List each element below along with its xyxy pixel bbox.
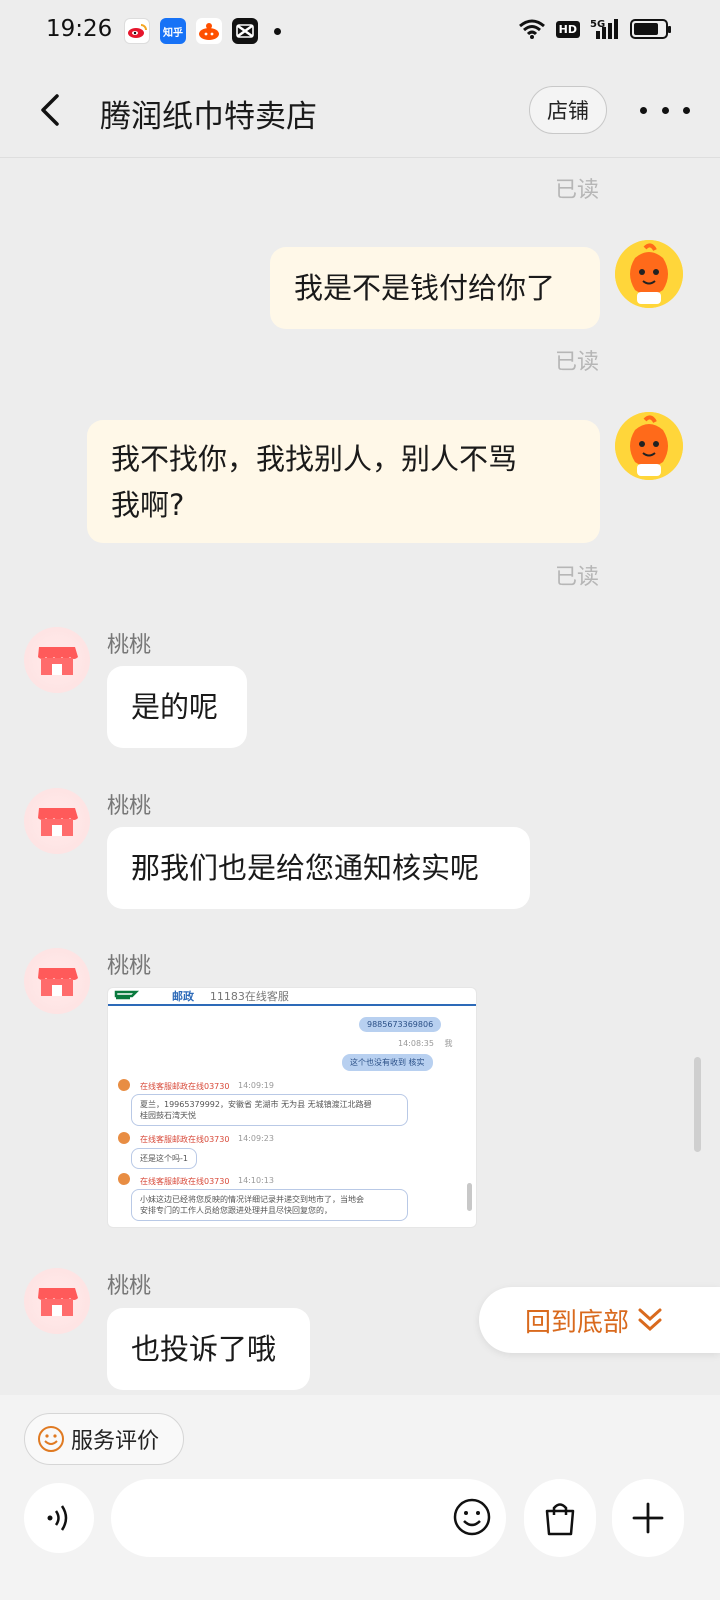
postal-logo-icon — [114, 990, 140, 1000]
shop-button[interactable]: 店铺 — [529, 86, 607, 134]
service-rating-label: 服务评价 — [71, 1429, 160, 1454]
image-header-brand: 邮政 — [172, 990, 194, 1003]
image-message[interactable]: 邮政 11183在线客服 9885673369806 14:08:35 我 这个… — [107, 987, 477, 1228]
image-box-line: 夏兰，19965379992，安徽省 芜湖市 无为县 无城镇渡江北路碧 — [140, 1100, 372, 1109]
double-chevron-down-icon — [638, 1308, 662, 1332]
image-timestamp: 14:08:35 我 — [398, 1038, 452, 1049]
image-agent-name: 在线客服邮政在线03730 — [140, 1082, 230, 1091]
more-dot-icon — [661, 106, 669, 114]
voice-input-button[interactable] — [24, 1483, 94, 1553]
sender-name: 桃桃 — [107, 633, 152, 658]
taobao-icon — [196, 18, 222, 44]
voice-icon — [47, 1505, 68, 1531]
image-time-text: 14:09:23 — [238, 1134, 274, 1143]
chat-header: 腾润纸巾特卖店 店铺 — [0, 62, 720, 158]
page-title: 腾润纸巾特卖店 — [100, 99, 317, 135]
notification-dot-icon — [274, 27, 281, 35]
message-text-line: 我不找你，我找别人，别人不骂 — [111, 442, 518, 476]
shopping-bag-icon — [545, 1503, 575, 1536]
image-header-title: 11183在线客服 — [209, 990, 289, 1003]
shopping-bag-button[interactable] — [524, 1479, 596, 1557]
image-time-text: 14:09:19 — [238, 1081, 274, 1090]
image-agent-avatar-icon — [118, 1173, 130, 1185]
shop-avatar[interactable] — [24, 627, 90, 693]
smile-icon — [38, 1426, 64, 1452]
weibo-icon — [124, 18, 150, 44]
message-bubble-me[interactable]: 我是不是钱付给你了 — [270, 247, 600, 329]
status-time: 19:26 — [46, 16, 113, 42]
message-input[interactable] — [111, 1479, 506, 1557]
image-agent-name: 在线客服邮政在线03730 — [140, 1135, 230, 1144]
chevron-left-icon — [41, 94, 59, 126]
user-avatar[interactable] — [615, 412, 683, 480]
image-time-text: 14:10:13 — [238, 1176, 274, 1185]
back-button[interactable] — [30, 90, 70, 130]
capcut-icon — [232, 18, 258, 44]
store-icon — [38, 1288, 78, 1316]
image-box-line: 桂园鼓石湾天悦 — [140, 1111, 196, 1120]
image-time-text: 14:08:35 — [398, 1039, 434, 1048]
read-receipt: 已读 — [555, 350, 600, 375]
image-pill: 9885673369806 — [359, 1017, 442, 1032]
more-actions-button[interactable] — [612, 1479, 684, 1557]
message-bubble-me[interactable]: 我不找你，我找别人，别人不骂 我啊? — [87, 420, 600, 543]
back-to-bottom-button[interactable]: 回到底部 — [479, 1287, 720, 1353]
service-rating-button[interactable]: 服务评价 — [24, 1413, 184, 1465]
status-bar: 19:26 知乎 HD 5G — [0, 0, 720, 62]
shop-avatar[interactable] — [24, 788, 90, 854]
image-box-line: 小妹这边已经将您反映的情况详细记录并递交到地市了，当地会 — [140, 1195, 364, 1204]
store-icon — [38, 968, 78, 996]
store-icon — [38, 647, 78, 675]
image-box-line: 安排专门的工作人员给您跟进处理并且尽快回复您的， — [140, 1206, 332, 1215]
more-dot-icon — [683, 106, 690, 114]
store-icon — [38, 808, 78, 836]
emoji-button[interactable] — [448, 1493, 496, 1541]
sender-name: 桃桃 — [107, 794, 152, 819]
image-header: 邮政 11183在线客服 — [108, 988, 476, 1006]
sender-name: 桃桃 — [107, 954, 152, 979]
signal-5g-icon: 5G — [590, 19, 618, 39]
more-dot-icon — [640, 106, 647, 114]
emoji-icon — [453, 1498, 491, 1536]
wifi-icon — [518, 19, 545, 39]
user-avatar-icon — [615, 240, 683, 308]
user-avatar-icon — [615, 412, 683, 480]
image-user-text: 我 — [444, 1039, 453, 1048]
shop-avatar[interactable] — [24, 948, 90, 1014]
back-to-bottom-label: 回到底部 — [525, 1307, 630, 1338]
image-agent-name: 在线客服邮政在线03730 — [140, 1177, 230, 1186]
battery-icon — [630, 19, 671, 39]
image-header-text: 邮政 11183在线客服 — [172, 988, 289, 1004]
image-text-box: 还是这个吗-1 — [131, 1148, 197, 1169]
shop-avatar[interactable] — [24, 1268, 90, 1334]
image-text-box: 夏兰，19965379992，安徽省 芜湖市 无为县 无城镇渡江北路碧 桂园鼓石… — [131, 1094, 408, 1126]
image-scrollbar — [467, 1183, 472, 1211]
read-receipt: 已读 — [555, 178, 600, 203]
hd-badge: HD — [555, 20, 580, 38]
image-agent-avatar-icon — [118, 1132, 130, 1144]
message-bubble-them[interactable]: 也投诉了哦 — [107, 1308, 310, 1390]
scrollbar[interactable] — [694, 1057, 701, 1152]
sender-name: 桃桃 — [107, 1274, 152, 1299]
status-indicators: HD 5G — [518, 17, 671, 41]
plus-icon — [632, 1502, 664, 1534]
user-avatar[interactable] — [615, 240, 683, 308]
message-bubble-them[interactable]: 是的呢 — [107, 666, 247, 748]
message-bubble-them[interactable]: 那我们也是给您通知核实呢 — [107, 827, 530, 909]
image-agent-avatar-icon — [118, 1079, 130, 1091]
input-area: 服务评价 — [0, 1395, 720, 1600]
image-text-box: 小妹这边已经将您反映的情况详细记录并递交到地市了，当地会 安排专门的工作人员给您… — [131, 1189, 408, 1221]
status-app-icons: 知乎 — [124, 18, 281, 44]
message-text-line: 我啊? — [111, 488, 185, 522]
more-options-button[interactable] — [640, 92, 690, 128]
zhihu-icon: 知乎 — [160, 18, 186, 44]
image-pill: 这个也没有收到 核实 — [342, 1054, 433, 1071]
read-receipt: 已读 — [555, 565, 600, 590]
